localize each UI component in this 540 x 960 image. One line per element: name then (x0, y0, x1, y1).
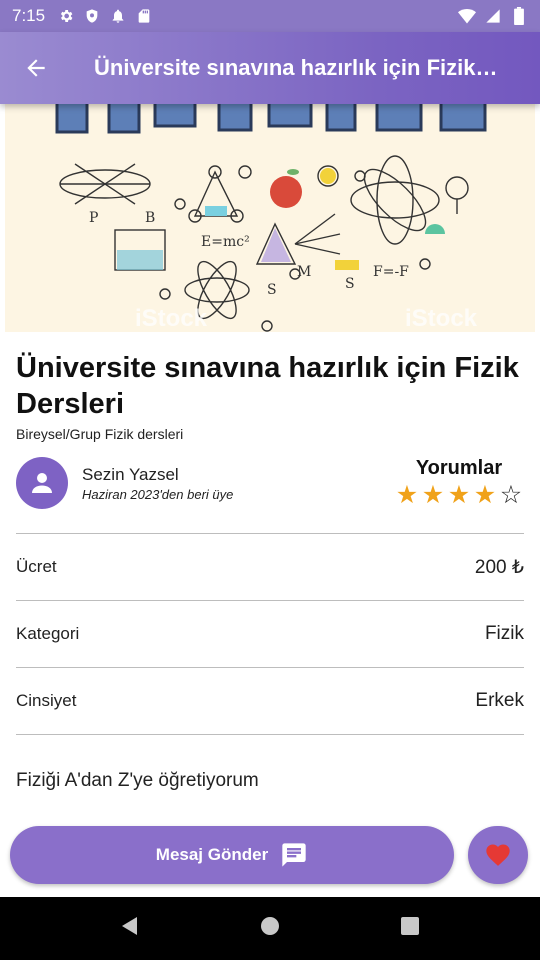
star-icon-filled: ★ (421, 481, 445, 509)
avatar[interactable] (16, 457, 68, 509)
app-bar: Üniversite sınavına hazırlık için Fizik … (0, 32, 540, 104)
detail-row-category: Kategori Fizik (16, 601, 524, 667)
svg-text:M: M (297, 264, 311, 280)
send-message-button[interactable]: Mesaj Gönder (10, 826, 454, 884)
listing-header: Üniversite sınavına hazırlık için Fizik … (16, 350, 524, 442)
star-icon-filled: ★ (447, 481, 471, 509)
rating-stars: ★ ★ ★ ★ ☆ (394, 482, 524, 508)
bell-icon (109, 7, 127, 25)
physics-illustration: P B E=mc² F=-F M S S iStock iStock (5, 104, 535, 332)
listing-title: Üniversite sınavına hazırlık için Fizik … (16, 352, 519, 420)
owner-member-since: Haziran 2023'den beri üye (82, 487, 234, 502)
nav-recents-icon[interactable] (399, 915, 421, 942)
detail-label: Kategori (16, 624, 80, 643)
detail-value: Fizik (484, 623, 524, 644)
listing-subtitle: Bireysel/Grup Fizik dersleri (16, 426, 184, 442)
detail-row-gender: Cinsiyet Erkek (16, 668, 524, 734)
chat-icon (280, 841, 308, 869)
arrow-back-icon (27, 59, 45, 77)
divider (16, 734, 524, 735)
status-bar: 7:15 (0, 0, 540, 32)
svg-text:S: S (267, 282, 277, 298)
person-icon (32, 473, 52, 493)
detail-label: Ücret (16, 557, 57, 576)
favorite-button[interactable] (468, 826, 528, 884)
send-message-label: Mesaj Gönder (155, 845, 269, 864)
gear-icon (57, 7, 75, 25)
wifi-icon (458, 7, 476, 25)
star-icon-empty: ☆ (499, 481, 523, 509)
back-button[interactable] (0, 32, 72, 104)
svg-text:S: S (345, 276, 355, 292)
sd-card-icon (135, 7, 153, 25)
listing-description: Fiziği A'dan Z'ye öğretiyorum (16, 770, 259, 791)
detail-label: Cinsiyet (16, 691, 77, 710)
nav-back-icon[interactable] (119, 915, 141, 942)
detail-value: Erkek (475, 690, 524, 711)
watermark: iStock (405, 305, 478, 332)
reviews[interactable]: Yorumlar ★ ★ ★ ★ ☆ (394, 457, 524, 508)
signal-icon (484, 7, 502, 25)
system-nav-bar (0, 897, 540, 960)
svg-text:F=-F: F=-F (373, 264, 409, 280)
svg-text:E=mc²: E=mc² (201, 234, 250, 250)
owner-name[interactable]: Sezin Yazsel (82, 465, 179, 485)
reviews-title: Yorumlar (415, 457, 503, 479)
detail-value: 200 ₺ (474, 556, 524, 578)
watermark: iStock (135, 305, 208, 332)
owner-row: Sezin Yazsel Haziran 2023'den beri üye Y… (16, 457, 524, 511)
star-icon-filled: ★ (395, 481, 419, 509)
heart-icon (486, 844, 510, 866)
nav-home-icon[interactable] (259, 915, 281, 942)
svg-text:B: B (145, 210, 155, 226)
listing-image: P B E=mc² F=-F M S S iStock iStock (5, 104, 535, 332)
app-bar-title: Üniversite sınavına hazırlık için Fizik … (94, 55, 502, 80)
shield-icon (83, 7, 101, 25)
star-icon-filled: ★ (473, 481, 497, 509)
svg-text:P: P (89, 210, 98, 226)
detail-row-price: Ücret 200 ₺ (16, 534, 524, 600)
battery-icon (510, 7, 528, 25)
status-time: 7:15 (12, 6, 46, 25)
